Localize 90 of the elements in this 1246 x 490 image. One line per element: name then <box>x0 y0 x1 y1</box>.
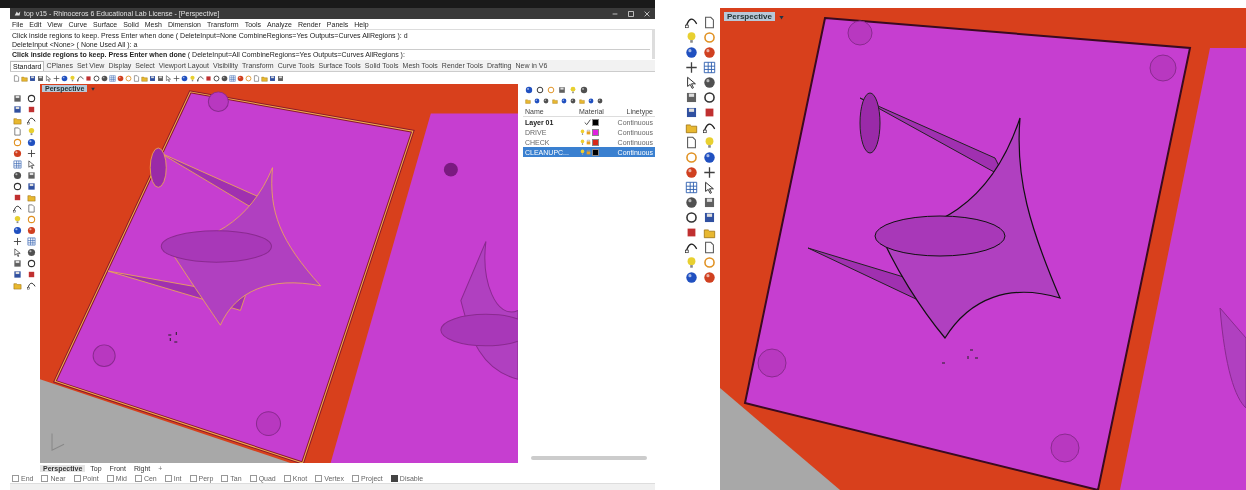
document-icon[interactable] <box>702 241 716 254</box>
checkbox[interactable] <box>73 474 81 482</box>
sphere-icon[interactable] <box>580 86 588 94</box>
layer-color-swatch[interactable] <box>592 128 599 136</box>
checkbox[interactable] <box>283 474 291 482</box>
save-icon[interactable] <box>29 74 36 82</box>
caret-icon[interactable] <box>778 14 785 21</box>
cross-icon[interactable] <box>702 166 716 179</box>
sphere-icon[interactable] <box>181 74 188 82</box>
grid-icon[interactable] <box>684 181 698 194</box>
sphere-icon[interactable] <box>12 149 22 158</box>
sphere-icon[interactable] <box>26 226 36 235</box>
checkbox[interactable] <box>106 474 114 482</box>
sphere-icon[interactable] <box>101 74 108 82</box>
save-icon[interactable] <box>269 74 276 82</box>
scroll-bar[interactable] <box>531 456 647 460</box>
checkbox[interactable] <box>164 474 172 482</box>
circle-icon[interactable] <box>93 74 100 82</box>
square-icon[interactable] <box>26 270 36 279</box>
sphere-icon[interactable] <box>702 151 716 164</box>
sphere-icon[interactable] <box>702 46 716 59</box>
checkbox[interactable] <box>12 474 19 482</box>
close-icon[interactable] <box>643 9 651 18</box>
pointer-icon[interactable] <box>702 181 716 194</box>
layer-color-swatch[interactable] <box>592 148 599 156</box>
viewport[interactable]: Perspective <box>720 8 1246 490</box>
checkbox[interactable] <box>221 474 229 482</box>
save-icon[interactable] <box>684 106 698 119</box>
curve-icon[interactable] <box>26 116 36 125</box>
viewport-label[interactable]: Perspective <box>724 12 775 21</box>
circle-icon[interactable] <box>26 94 36 103</box>
save-icon[interactable] <box>702 211 716 224</box>
sphere-icon[interactable] <box>221 74 228 82</box>
square-icon[interactable] <box>12 193 22 202</box>
layer-color-swatch[interactable] <box>592 118 599 126</box>
cross-icon[interactable] <box>26 149 36 158</box>
sphere-icon[interactable] <box>684 196 698 209</box>
axis-icon <box>51 432 65 451</box>
sphere-icon[interactable] <box>61 74 68 82</box>
circle-icon[interactable] <box>12 182 22 191</box>
curve-icon[interactable] <box>684 241 698 254</box>
save-icon[interactable] <box>12 270 22 279</box>
circle-icon[interactable] <box>702 91 716 104</box>
checkbox[interactable] <box>390 474 398 482</box>
save-icon[interactable] <box>149 74 156 82</box>
lightbulb-icon[interactable] <box>580 149 585 155</box>
checkbox[interactable] <box>352 474 360 482</box>
sphere-icon[interactable] <box>702 271 716 284</box>
checkbox[interactable] <box>249 474 257 482</box>
cross-icon[interactable] <box>12 237 22 246</box>
checkbox[interactable] <box>315 474 323 482</box>
circle-icon[interactable] <box>684 211 698 224</box>
caret-icon[interactable] <box>90 86 96 92</box>
grid-icon[interactable] <box>702 61 716 74</box>
pointer-icon[interactable] <box>26 160 36 169</box>
sphere-icon[interactable] <box>26 138 36 147</box>
sphere-icon[interactable] <box>684 46 698 59</box>
checkbox[interactable] <box>41 474 49 482</box>
save-icon[interactable] <box>12 105 22 114</box>
circle-icon[interactable] <box>536 86 544 94</box>
sphere-icon[interactable] <box>237 74 244 82</box>
circle-icon[interactable] <box>26 259 36 268</box>
sphere-icon[interactable] <box>684 271 698 284</box>
sphere-icon[interactable] <box>117 74 124 82</box>
document-icon[interactable] <box>684 136 698 149</box>
curve-icon[interactable] <box>26 281 36 290</box>
square-icon[interactable] <box>26 105 36 114</box>
checkmark-icon <box>584 118 591 126</box>
sphere-icon[interactable] <box>26 248 36 257</box>
curve-icon[interactable] <box>702 121 716 134</box>
curve-icon[interactable] <box>12 204 22 213</box>
grid-icon[interactable] <box>12 160 22 169</box>
circle-icon[interactable] <box>213 74 220 82</box>
curve-icon[interactable] <box>684 16 698 29</box>
layer-color-swatch[interactable] <box>592 138 599 146</box>
save-icon[interactable] <box>26 182 36 191</box>
maximize-icon[interactable] <box>627 9 635 18</box>
sphere-icon[interactable] <box>12 171 22 180</box>
grid-icon[interactable] <box>26 237 36 246</box>
pointer-icon[interactable] <box>684 76 698 89</box>
sphere-icon[interactable] <box>525 86 533 94</box>
checkbox[interactable] <box>189 474 197 482</box>
pointer-icon[interactable] <box>12 248 22 257</box>
document-icon[interactable] <box>702 16 716 29</box>
rhino-logo-icon <box>14 10 21 17</box>
checkbox[interactable] <box>134 474 142 482</box>
sphere-icon[interactable] <box>702 76 716 89</box>
sphere-icon[interactable] <box>684 166 698 179</box>
cross-icon[interactable] <box>684 61 698 74</box>
sphere-icon[interactable] <box>12 226 22 235</box>
